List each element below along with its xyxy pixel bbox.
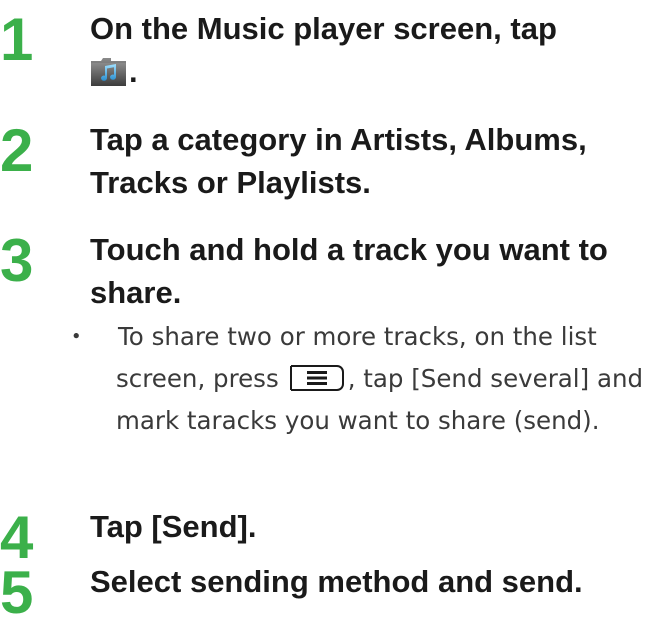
step-number: 3 <box>0 227 34 294</box>
step-number: 1 <box>0 6 34 73</box>
step-instruction: Tap a category in Artists, Albums, Track… <box>90 122 587 200</box>
step-number: 5 <box>0 559 34 626</box>
step-instruction-text: On the Music player screen, tap <box>90 11 557 46</box>
step-instruction: Tap [Send]. <box>90 509 257 544</box>
step-note: ・ To share two or more tracks, on the lis… <box>64 316 665 442</box>
menu-key-icon <box>287 364 345 392</box>
step-instruction: Select sending method and send. <box>90 564 583 599</box>
note-bullet: ・ <box>64 322 89 351</box>
music-note-icon <box>90 57 127 87</box>
step-instruction-period: . <box>129 54 138 89</box>
step-instruction: On the Music player screen, tap . <box>90 7 665 93</box>
step-number: 2 <box>0 117 34 184</box>
step-instruction: Touch and hold a track you want to share… <box>90 232 608 310</box>
